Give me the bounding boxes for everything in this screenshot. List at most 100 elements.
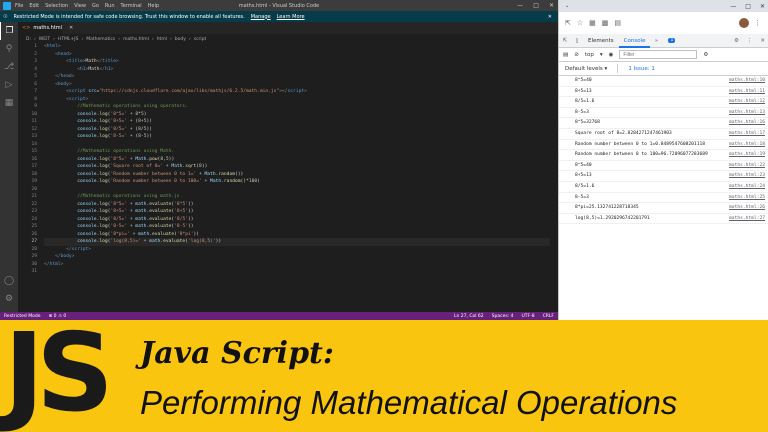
console-source-link[interactable]: maths.html:16	[729, 120, 765, 126]
menu-go[interactable]: Go	[92, 3, 99, 9]
inspect-element-icon[interactable]: ⇱	[559, 38, 571, 44]
close-icon[interactable]: ✕	[549, 2, 554, 9]
code-line: console.log('8/5=' + math.evaluate('8/5'…	[77, 216, 194, 222]
console-filter-input[interactable]	[619, 50, 698, 59]
line-number: 25	[31, 224, 37, 229]
console-source-link[interactable]: maths.html:11	[729, 89, 765, 95]
account-icon[interactable]: ◯	[0, 272, 18, 290]
breadcrumb-item[interactable]: maths.html	[123, 37, 149, 42]
menu-run[interactable]: Run	[105, 3, 115, 9]
console-log-row: 8*pi=25.132741228718345 maths.html:26	[559, 203, 768, 214]
console-source-link[interactable]: maths.html:18	[729, 142, 765, 148]
line-number: 23	[31, 209, 37, 214]
settings-gear-icon[interactable]: ⚙	[734, 38, 739, 44]
chrome-menu-icon[interactable]: ⋮	[754, 19, 761, 27]
run-debug-icon[interactable]: ▷	[0, 76, 18, 94]
tab-search-icon[interactable]: ⌄	[565, 3, 569, 9]
issues-badge[interactable]: 1	[668, 38, 676, 43]
share-icon[interactable]: ⇱	[565, 19, 571, 27]
manage-link[interactable]: Manage	[251, 14, 271, 20]
breadcrumb-item[interactable]: body	[175, 37, 186, 42]
line-number: 2	[34, 51, 37, 57]
console-log-row: 8^5=40 maths.html:22	[559, 161, 768, 172]
console-source-link[interactable]: maths.html:17	[729, 131, 765, 137]
minimize-icon[interactable]: —	[730, 3, 736, 10]
clear-console-icon[interactable]: ⊘	[574, 52, 579, 58]
line-number: 10	[31, 111, 37, 117]
extensions-puzzle-icon[interactable]: ▩	[602, 19, 609, 27]
console-source-link[interactable]: maths.html:10	[729, 78, 765, 84]
menu-edit[interactable]: Edit	[29, 3, 39, 9]
menu-help[interactable]: Help	[148, 3, 159, 9]
devtools-close-icon[interactable]: ✕	[760, 38, 765, 44]
tab-close-icon[interactable]: ✕	[69, 25, 73, 31]
code-line: console.log('8-5=' + math.evaluate('8-5'…	[77, 224, 194, 229]
console-message: Random number between 0 to 1=0.848954760…	[575, 141, 705, 147]
eol-status[interactable]: CRLF	[543, 314, 554, 319]
log-levels-dropdown[interactable]: Default levels ▾	[565, 66, 607, 72]
tab-console[interactable]: Console	[618, 34, 651, 48]
console-log-row: 8^5=40 maths.html:10	[559, 76, 768, 87]
breadcrumb-item[interactable]: html	[157, 37, 167, 42]
vscode-logo-icon	[3, 1, 11, 10]
console-settings-gear-icon[interactable]: ⚙	[703, 52, 708, 58]
banner-subtitle: Performing Mathematical Operations	[140, 384, 678, 421]
sidebar-toggle-icon[interactable]: ▤	[563, 52, 568, 58]
menu-view[interactable]: View	[74, 3, 86, 9]
minimize-icon[interactable]: —	[517, 2, 523, 9]
console-source-link[interactable]: maths.html:24	[729, 184, 765, 190]
console-source-link[interactable]: maths.html:19	[729, 152, 765, 158]
profile-avatar[interactable]	[739, 18, 749, 28]
maximize-icon[interactable]: □	[745, 3, 751, 10]
console-source-link[interactable]: maths.html:13	[729, 110, 765, 116]
search-icon[interactable]: ⚲	[0, 40, 18, 58]
tab-elements[interactable]: Elements	[583, 34, 619, 48]
banner-close-icon[interactable]: ✕	[548, 14, 552, 20]
line-number: 9	[34, 104, 37, 109]
console-message: Random number between 0 to 100=96.720960…	[575, 152, 708, 158]
breadcrumb-item[interactable]: script	[194, 37, 207, 42]
indentation-status[interactable]: Spaces: 4	[492, 314, 514, 319]
cursor-position[interactable]: Ln 27, Col 62	[454, 314, 484, 319]
chrome-tab-strip: ⌄ — □ ✕	[559, 0, 768, 12]
menu-selection[interactable]: Selection	[45, 3, 68, 9]
console-source-link[interactable]: maths.html:26	[729, 205, 765, 211]
code-lines[interactable]: <html> <head> <title>Math</title> <h1>Ma…	[44, 43, 550, 276]
source-control-icon[interactable]: ⎇	[0, 58, 18, 76]
console-source-link[interactable]: maths.html:25	[729, 195, 765, 201]
learn-more-link[interactable]: Learn More	[277, 14, 305, 20]
maximize-icon[interactable]: □	[533, 2, 539, 9]
console-message: 8*pi=25.132741228718345	[575, 205, 639, 211]
console-log-row: 8/5=1.6 maths.html:24	[559, 182, 768, 193]
encoding-status[interactable]: UTF-8	[522, 314, 535, 319]
bookmark-star-icon[interactable]: ☆	[577, 19, 583, 27]
live-expression-eye-icon[interactable]: ◉	[609, 52, 614, 58]
console-source-link[interactable]: maths.html:22	[729, 163, 765, 169]
menu-file[interactable]: File	[15, 3, 23, 9]
menu-terminal[interactable]: Terminal	[121, 3, 142, 9]
console-source-link[interactable]: maths.html:12	[729, 99, 765, 105]
breadcrumb-item[interactable]: HTML+JS	[58, 37, 78, 42]
console-log-row: 8+5=13 maths.html:11	[559, 87, 768, 98]
devtools-menu-icon[interactable]: ⋮	[747, 38, 753, 44]
reading-list-icon[interactable]: ▤	[614, 19, 621, 27]
extension-icon[interactable]: ▦	[589, 19, 596, 27]
close-icon[interactable]: ✕	[760, 3, 765, 10]
shield-icon: ☉	[3, 13, 8, 20]
code-line: <title>Math</title>	[66, 59, 119, 64]
device-toolbar-icon[interactable]: ▯	[571, 38, 583, 44]
more-tabs-icon[interactable]: »	[650, 38, 662, 44]
issues-link[interactable]: 1 Issue: 1	[628, 66, 655, 72]
breadcrumb-item[interactable]: D:	[26, 37, 31, 42]
console-log-row: 8^5=32768 maths.html:16	[559, 118, 768, 129]
tab-maths-html[interactable]: <> maths.html ✕	[18, 22, 73, 34]
breadcrumb-item[interactable]: Mathematics	[86, 37, 115, 42]
code-editor[interactable]: 1 2 3 4 5 6 7 8 9 10 11 12 13 14 15 16 17 18 19 20 21 22 23 24 2…	[18, 43, 558, 312]
context-selector[interactable]: top	[585, 52, 594, 58]
console-source-link[interactable]: maths.html:27	[729, 216, 765, 222]
console-source-link[interactable]: maths.html:23	[729, 173, 765, 179]
settings-gear-icon[interactable]: ⚙	[0, 290, 18, 308]
extensions-icon[interactable]: ▦	[0, 94, 18, 112]
explorer-icon[interactable]: ❐	[0, 22, 18, 40]
breadcrumb-item[interactable]: WEIT	[39, 37, 50, 42]
